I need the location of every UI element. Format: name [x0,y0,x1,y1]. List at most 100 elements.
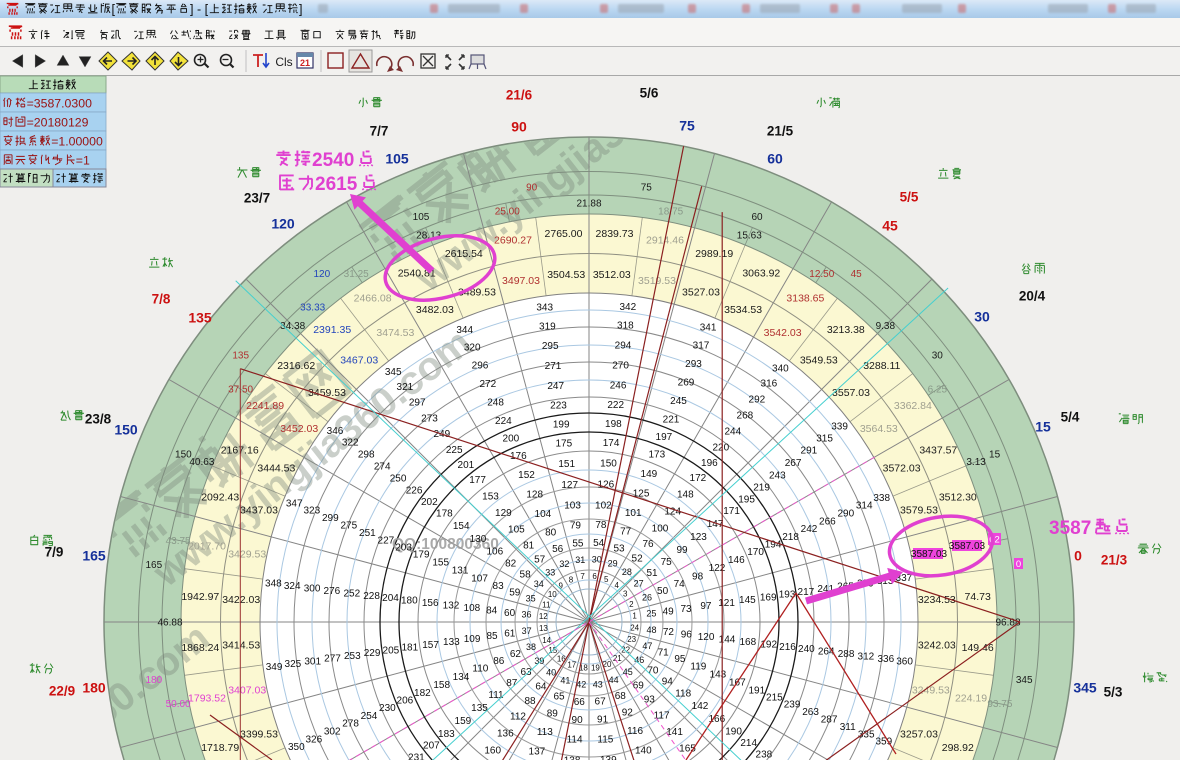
svg-text:196: 196 [701,458,718,469]
svg-text:71: 71 [658,648,670,659]
svg-text:226: 226 [406,486,423,497]
svg-text:5/5: 5/5 [900,190,919,205]
svg-text:263: 263 [802,707,819,718]
svg-text:273: 273 [421,413,438,424]
svg-text:72: 72 [663,627,675,638]
svg-text:3444.53: 3444.53 [257,463,295,475]
svg-text:57: 57 [534,555,546,566]
svg-text:123: 123 [690,532,707,543]
svg-text:138: 138 [564,756,581,760]
svg-text:8: 8 [569,576,574,585]
svg-text:240: 240 [798,644,815,655]
svg-text:339: 339 [831,422,848,433]
svg-text:3452.03: 3452.03 [280,423,318,435]
svg-text:45: 45 [882,218,898,234]
svg-text:195: 195 [738,494,755,505]
svg-text:322: 322 [342,438,359,449]
svg-text:36: 36 [521,610,531,620]
svg-text:295: 295 [542,341,559,352]
svg-text:242: 242 [801,524,818,535]
svg-text:142: 142 [692,701,709,712]
svg-text:61: 61 [504,629,516,640]
svg-text:176: 176 [510,451,527,462]
svg-text:66: 66 [574,697,586,708]
svg-text:319: 319 [539,321,556,332]
svg-text:105: 105 [508,525,525,536]
svg-text:278: 278 [342,719,359,730]
svg-text:287: 287 [821,715,838,726]
svg-text:81: 81 [523,540,535,551]
svg-text:181: 181 [401,643,418,654]
svg-text:198: 198 [605,419,622,430]
svg-text:172: 172 [690,473,707,484]
svg-text:321: 321 [397,382,414,393]
svg-text:347: 347 [286,498,303,509]
svg-text:152: 152 [518,470,535,481]
svg-text:2167.16: 2167.16 [221,444,259,456]
svg-text:165: 165 [145,560,162,571]
svg-text:48: 48 [646,625,656,635]
svg-text:52: 52 [632,554,644,565]
svg-text:96: 96 [681,629,693,640]
svg-text:31: 31 [575,555,585,565]
svg-text:120: 120 [313,269,330,280]
svg-text:205: 205 [383,645,400,656]
svg-text:3: 3 [623,590,628,599]
svg-text:55: 55 [572,538,584,549]
svg-text:75: 75 [679,118,695,134]
svg-text:80: 80 [545,527,557,538]
svg-text:105: 105 [385,151,409,167]
svg-text:175: 175 [555,438,572,449]
svg-text:254: 254 [361,711,378,722]
svg-text:148: 148 [677,490,694,501]
svg-text:2540: 2540 [312,150,354,171]
svg-text:13: 13 [539,624,548,633]
svg-text:3437.57: 3437.57 [919,444,957,456]
svg-text:248: 248 [487,398,504,409]
svg-text:51: 51 [646,568,658,579]
svg-text:158: 158 [433,680,450,691]
svg-text:318: 318 [617,321,634,332]
svg-text:32: 32 [559,559,569,569]
svg-text:107: 107 [471,573,488,584]
svg-text:2690.27: 2690.27 [494,235,532,247]
svg-text:143: 143 [710,670,727,681]
svg-text:3138.65: 3138.65 [786,293,824,305]
svg-text:219: 219 [753,483,770,494]
svg-text:2391.35: 2391.35 [313,324,351,336]
svg-text:34: 34 [534,579,544,589]
svg-text:150: 150 [600,459,617,470]
svg-text:336: 336 [877,654,894,665]
svg-text:2017.70: 2017.70 [188,541,226,553]
svg-text:75: 75 [641,182,653,193]
svg-text:12.50: 12.50 [809,269,834,280]
svg-text:70: 70 [647,666,659,677]
svg-text:159: 159 [455,716,472,727]
svg-text:191: 191 [748,685,765,696]
svg-text:216: 216 [779,642,796,653]
svg-text:137: 137 [529,746,546,757]
svg-text:239: 239 [784,700,801,711]
svg-text:120: 120 [698,632,715,643]
svg-text:135: 135 [232,350,249,361]
svg-text:206: 206 [397,696,414,707]
svg-text:3429.53: 3429.53 [228,549,266,561]
svg-text:49: 49 [663,606,675,617]
svg-text:102: 102 [595,500,612,511]
svg-text:197: 197 [656,432,673,443]
svg-text:266: 266 [819,516,836,527]
svg-text:154: 154 [453,521,470,532]
svg-text:345: 345 [1073,680,1097,696]
svg-text:128: 128 [526,490,543,501]
svg-text:6.25: 6.25 [928,385,948,396]
svg-text:2466.08: 2466.08 [354,293,392,305]
svg-text:157: 157 [422,640,439,651]
svg-text:314: 314 [856,501,873,512]
svg-text:82: 82 [505,559,517,570]
svg-text:78: 78 [595,520,607,531]
svg-text:3587: 3587 [1049,518,1091,539]
svg-text:Cls: Cls [275,55,292,69]
svg-text:79: 79 [570,521,582,532]
svg-text:115: 115 [597,734,613,745]
svg-text:302: 302 [324,727,341,738]
